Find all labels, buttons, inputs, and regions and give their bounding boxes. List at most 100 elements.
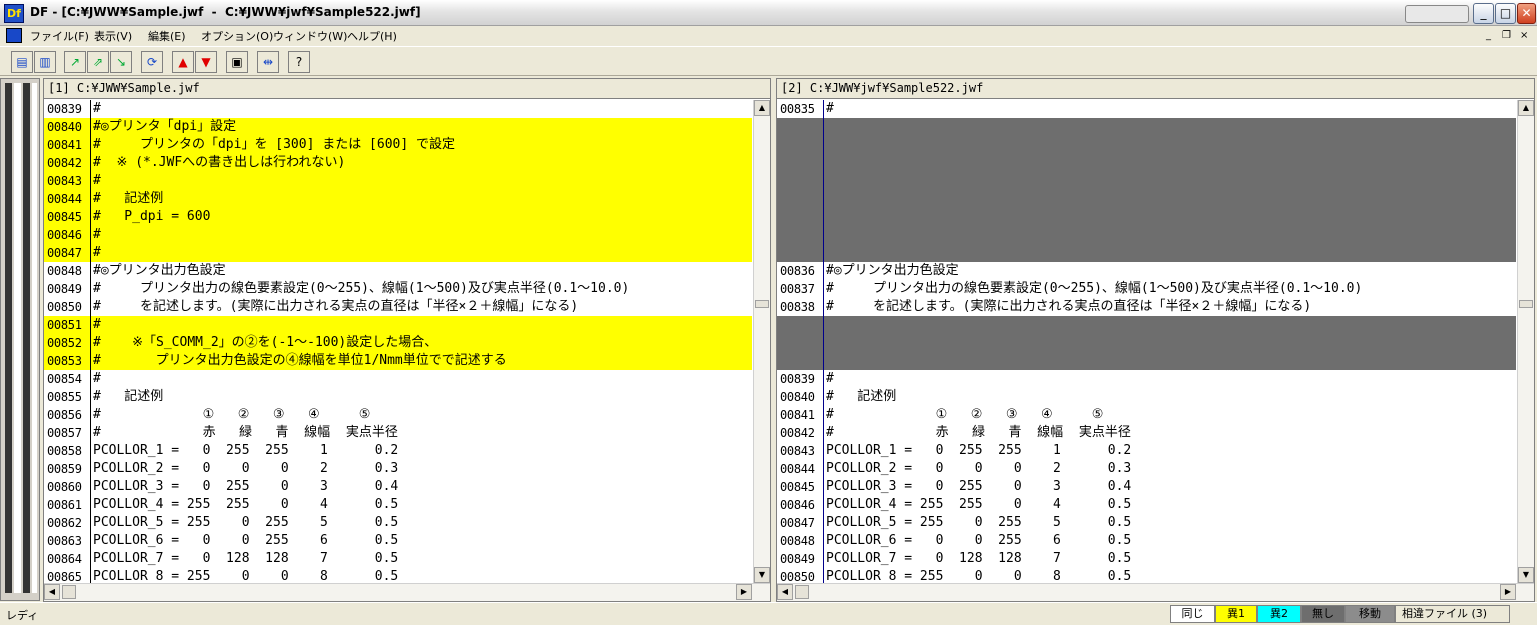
diff-line[interactable]: 00860 PCOLLOR_3 = 0 255 0 3 0.4 (44, 478, 752, 496)
diff-line[interactable] (777, 190, 1516, 208)
scroll-thumb[interactable] (62, 585, 76, 599)
diff-line[interactable]: 00846 PCOLLOR_4 = 255 255 0 4 0.5 (777, 496, 1516, 514)
right-horizontal-scrollbar[interactable]: ◀ ▶ (777, 583, 1534, 601)
diff-line[interactable]: 00837 # プリンタ出力の線色要素設定(0～255)、線幅(1～500)及び実… (777, 280, 1516, 298)
left-vertical-scrollbar[interactable]: ▲ ▼ (753, 100, 770, 583)
app-icon[interactable]: Df (4, 4, 24, 23)
diff-line[interactable]: 00843 PCOLLOR_1 = 0 255 255 1 0.2 (777, 442, 1516, 460)
menu-options[interactable]: オプション(O) (201, 28, 273, 44)
diff-line[interactable]: 00846 # (44, 226, 752, 244)
scroll-left-icon[interactable]: ◀ (777, 584, 793, 600)
diff-line[interactable]: 00854 # (44, 370, 752, 388)
right-vertical-scrollbar[interactable]: ▲ ▼ (1517, 100, 1534, 583)
diff-line[interactable] (777, 154, 1516, 172)
scroll-right-icon[interactable]: ▶ (1500, 584, 1516, 600)
diff-line[interactable]: 00848 #◎プリンタ出力色設定 (44, 262, 752, 280)
diff-line[interactable]: 00842 # ※ (*.JWFへの書き出しは行われない) (44, 154, 752, 172)
scroll-thumb[interactable] (795, 585, 809, 599)
diff-line[interactable]: 00840 #◎プリンタ「dpi」設定 (44, 118, 752, 136)
refresh-icon[interactable]: ⟳ (141, 51, 163, 73)
left-horizontal-scrollbar[interactable]: ◀ ▶ (44, 583, 770, 601)
close-button[interactable]: ✕ (1517, 3, 1536, 24)
scroll-up-icon[interactable]: ▲ (1518, 100, 1534, 116)
menu-window[interactable]: ウィンドウ(W) (273, 28, 347, 44)
diff-line[interactable]: 00865 PCOLLOR 8 = 255 0 0 8 0.5 (44, 568, 752, 583)
next-diff-icon[interactable]: ⇗ (87, 51, 109, 73)
diff-line[interactable] (777, 352, 1516, 370)
right-lines[interactable]: 00835 # 00836 #◎プリンタ出力色設定 00837 # プリンタ出力の線色要素… (777, 100, 1516, 583)
open-icon[interactable]: ▤ (11, 51, 33, 73)
scroll-thumb[interactable] (1519, 300, 1533, 308)
diff-line[interactable]: 00858 PCOLLOR_1 = 0 255 255 1 0.2 (44, 442, 752, 460)
minimize-button[interactable]: _ (1473, 3, 1494, 24)
scroll-up-icon[interactable]: ▲ (754, 100, 770, 116)
diff-line[interactable]: 00841 # ① ② ③ ④ ⑤ (777, 406, 1516, 424)
diff-line[interactable] (777, 226, 1516, 244)
diff-line[interactable]: 00847 PCOLLOR_5 = 255 0 255 5 0.5 (777, 514, 1516, 532)
diff-line[interactable] (777, 316, 1516, 334)
diff-line[interactable]: 00835 # (777, 100, 1516, 118)
scroll-thumb[interactable] (755, 300, 769, 308)
scroll-left-icon[interactable]: ◀ (44, 584, 60, 600)
maximize-button[interactable]: □ (1495, 3, 1516, 24)
diff-line[interactable] (777, 172, 1516, 190)
prev-diff-icon[interactable]: ↗ (64, 51, 86, 73)
diff-line[interactable]: 00845 PCOLLOR_3 = 0 255 0 3 0.4 (777, 478, 1516, 496)
diff-line[interactable]: 00844 # 記述例 (44, 190, 752, 208)
mdi-minimize-button[interactable]: _ (1486, 30, 1491, 41)
scroll-down-icon[interactable]: ▼ (754, 567, 770, 583)
diff-line[interactable]: 00849 # プリンタ出力の線色要素設定(0～255)、線幅(1～500)及び実… (44, 280, 752, 298)
up-icon[interactable]: ▲ (172, 51, 194, 73)
tray-icons[interactable] (1405, 5, 1469, 23)
help-icon[interactable]: ? (288, 51, 310, 73)
diff-line[interactable]: 00839 # (777, 370, 1516, 388)
document-icon[interactable] (6, 28, 22, 43)
left-lines[interactable]: 00839 #00840 #◎プリンタ「dpi」設定 00841 # プリンタの「dpi… (44, 100, 752, 583)
diff-line[interactable]: 00853 # プリンタ出力色設定の④線幅を単位1/Nmm単位でで記述する (44, 352, 752, 370)
diff-line[interactable]: 00844 PCOLLOR_2 = 0 0 0 2 0.3 (777, 460, 1516, 478)
diff-line[interactable]: 00863 PCOLLOR_6 = 0 0 255 6 0.5 (44, 532, 752, 550)
diff-line[interactable]: 00851 # (44, 316, 752, 334)
diff-line[interactable]: 00840 # 記述例 (777, 388, 1516, 406)
diff-line[interactable]: 00839 # (44, 100, 752, 118)
diff-line[interactable]: 00843 # (44, 172, 752, 190)
diff-line[interactable]: 00861 PCOLLOR_4 = 255 255 0 4 0.5 (44, 496, 752, 514)
mdi-restore-button[interactable]: ❐ (1502, 30, 1511, 41)
diff-line[interactable]: 00841 # プリンタの「dpi」を [300] または [600] で設定 (44, 136, 752, 154)
diff-line[interactable]: 00850 PCOLLOR 8 = 255 0 0 8 0.5 (777, 568, 1516, 583)
diff-line[interactable]: 00862 PCOLLOR_5 = 255 0 255 5 0.5 (44, 514, 752, 532)
diff-line[interactable]: 00849 PCOLLOR_7 = 0 128 128 7 0.5 (777, 550, 1516, 568)
menu-file[interactable]: ファイル(F) (30, 28, 89, 44)
diff-line[interactable]: 00850 # を記述します。(実際に出力される実点の直径は「半径×２＋線幅」にな… (44, 298, 752, 316)
diff-line[interactable] (777, 208, 1516, 226)
diff-line[interactable]: 00845 # P_dpi = 600 (44, 208, 752, 226)
menu-help[interactable]: ヘルプ(H) (347, 28, 397, 44)
diff-line[interactable] (777, 244, 1516, 262)
diff-line[interactable]: 00857 # 赤 緑 青 線幅 実点半径 (44, 424, 752, 442)
diff-line[interactable]: 00836 #◎プリンタ出力色設定 (777, 262, 1516, 280)
diff-overview-bar[interactable] (0, 78, 40, 601)
save-icon[interactable]: ▥ (34, 51, 56, 73)
split-icon[interactable]: ⇹ (257, 51, 279, 73)
diff-line[interactable] (777, 118, 1516, 136)
mdi-close-button[interactable]: × (1520, 30, 1528, 41)
diff-line[interactable]: 00859 PCOLLOR_2 = 0 0 0 2 0.3 (44, 460, 752, 478)
diff-line[interactable]: 00847 # (44, 244, 752, 262)
right-file-pane[interactable]: [2] C:¥JWW¥jwf¥Sample522.jwf 00835 #00836… (776, 78, 1535, 602)
diff-line[interactable]: 00855 # 記述例 (44, 388, 752, 406)
window-icon[interactable]: ▣ (226, 51, 248, 73)
menu-edit[interactable]: 編集(E) (148, 28, 186, 44)
left-file-pane[interactable]: [1] C:¥JWW¥Sample.jwf 00839 #00840 #◎プリンタ「… (43, 78, 771, 602)
diff-line[interactable]: 00842 # 赤 緑 青 線幅 実点半径 (777, 424, 1516, 442)
diff-line[interactable] (777, 136, 1516, 154)
diff-line[interactable]: 00852 # ※「S_COMM_2」の②を(-1～-100)設定した場合、 (44, 334, 752, 352)
diff-line[interactable]: 00864 PCOLLOR_7 = 0 128 128 7 0.5 (44, 550, 752, 568)
diff-line[interactable]: 00848 PCOLLOR_6 = 0 0 255 6 0.5 (777, 532, 1516, 550)
diff-line[interactable]: 00856 # ① ② ③ ④ ⑤ (44, 406, 752, 424)
title-bar[interactable]: Df DF - [C:¥JWW¥Sample.jwf - C:¥JWW¥jwf¥… (0, 0, 1537, 26)
diff-line[interactable] (777, 334, 1516, 352)
scroll-down-icon[interactable]: ▼ (1518, 567, 1534, 583)
copy-diff-icon[interactable]: ↘ (110, 51, 132, 73)
menu-view[interactable]: 表示(V) (94, 28, 132, 44)
scroll-right-icon[interactable]: ▶ (736, 584, 752, 600)
